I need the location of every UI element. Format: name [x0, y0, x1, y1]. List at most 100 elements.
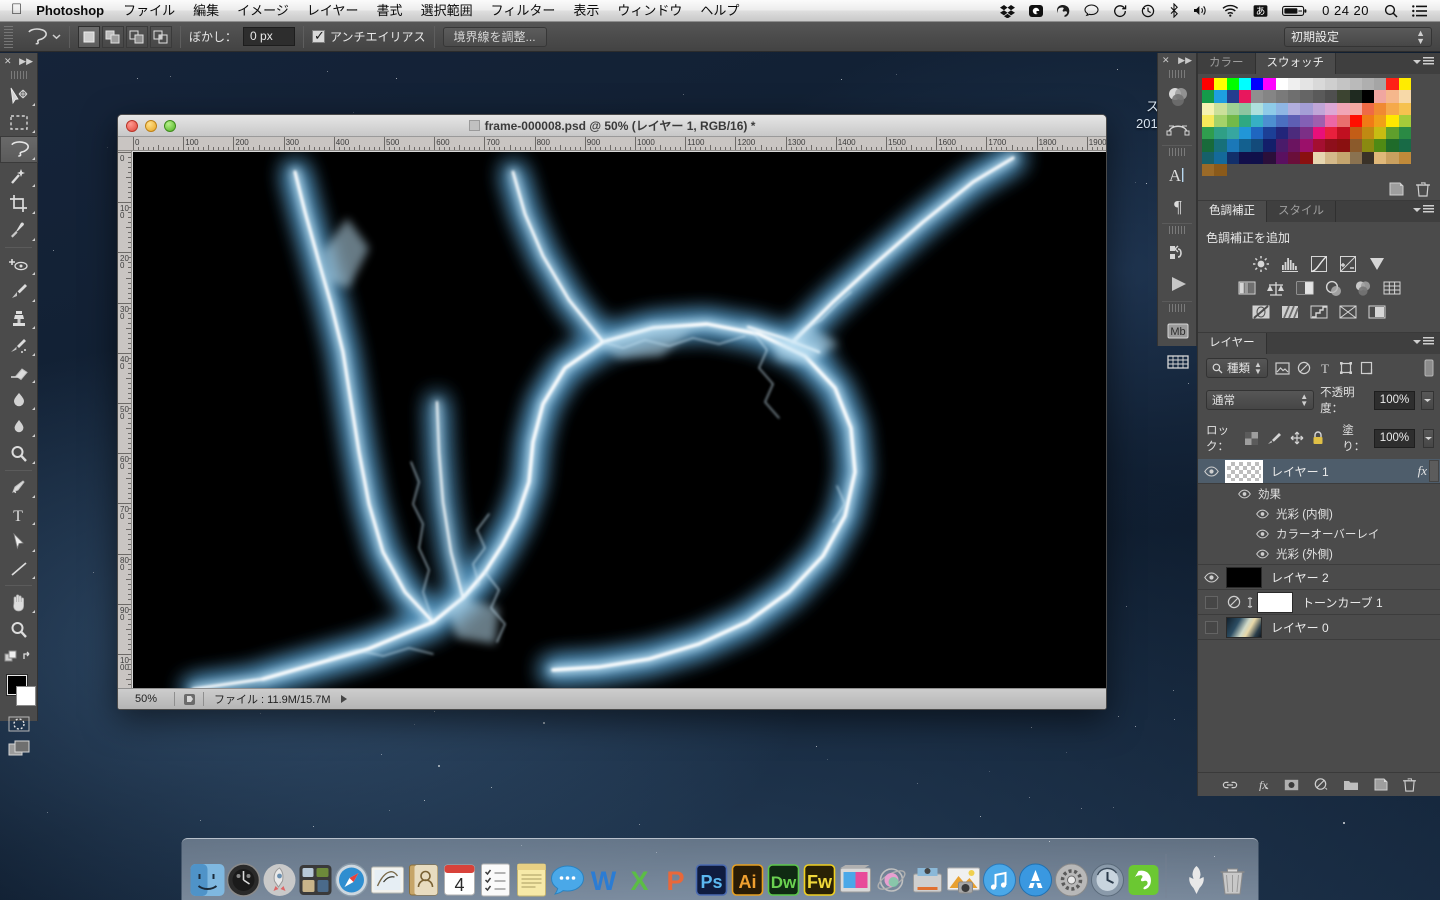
swatch-21[interactable] [1251, 90, 1264, 103]
lock-all-icon[interactable] [1312, 431, 1324, 445]
swatch-2[interactable] [1226, 78, 1239, 91]
swatch-114[interactable] [1349, 151, 1362, 165]
layer-thumbnail[interactable] [1225, 459, 1263, 483]
swatch-107[interactable] [1263, 151, 1276, 165]
layer-effect-row-outer-glow[interactable]: 光彩 (外側) [1198, 544, 1440, 566]
lasso-tool-icon[interactable] [26, 27, 48, 47]
menu-app-name[interactable]: Photoshop [33, 0, 114, 22]
swatch-118[interactable] [1398, 151, 1412, 165]
swatch-14[interactable] [1374, 78, 1387, 91]
delete-swatch-icon[interactable] [1416, 182, 1430, 197]
swatch-76[interactable] [1300, 127, 1313, 140]
link-layers-icon[interactable] [1222, 779, 1238, 791]
swatch-81[interactable] [1361, 127, 1375, 140]
effect-visibility-toggle[interactable] [1256, 549, 1269, 559]
swatch-15[interactable] [1386, 78, 1399, 91]
swatch-18[interactable] [1214, 90, 1227, 103]
filter-type-icon[interactable]: T [1318, 361, 1332, 375]
swatch-86[interactable] [1214, 139, 1227, 152]
swatch-79[interactable] [1337, 127, 1350, 140]
tool-preset-chevron-down-icon[interactable] [52, 33, 61, 40]
swatch-28[interactable] [1337, 90, 1350, 103]
swatch-34[interactable] [1202, 102, 1215, 115]
swatch-0[interactable] [1202, 78, 1215, 91]
canvas-artwork[interactable] [133, 152, 1106, 689]
dock-item-itunes[interactable] [982, 846, 1018, 898]
swatch-36[interactable] [1226, 102, 1239, 115]
lock-image-icon[interactable] [1266, 431, 1282, 445]
input-source-icon[interactable]: あ [1246, 0, 1275, 22]
dock-item-downloads-stack[interactable] [1179, 846, 1215, 898]
swatch-69[interactable] [1214, 127, 1227, 140]
add-layer-style-icon[interactable]: fx [1253, 778, 1269, 791]
swatch-43[interactable] [1312, 102, 1325, 115]
menu-item-type[interactable]: 書式 [368, 0, 412, 22]
lasso-tool[interactable] [0, 136, 38, 163]
dock-item-compressor[interactable] [910, 846, 946, 898]
swatch-119[interactable] [1202, 164, 1215, 177]
intersect-selection-icon[interactable] [150, 25, 172, 48]
eraser-tool[interactable] [0, 359, 38, 386]
swatch-35[interactable] [1214, 102, 1227, 115]
subtract-from-selection-icon[interactable] [126, 25, 148, 48]
dock-item-word[interactable]: W [586, 846, 622, 898]
swatch-12[interactable] [1349, 78, 1362, 91]
close-button[interactable] [126, 119, 138, 132]
selective-color-icon[interactable] [1368, 303, 1387, 321]
layers-scrollbar[interactable] [1429, 460, 1439, 483]
dock-item-time-machine[interactable] [1090, 846, 1126, 898]
swatch-78[interactable] [1324, 127, 1338, 140]
mini-dock-grip-4[interactable] [1169, 304, 1185, 312]
levels-icon[interactable] [1281, 255, 1300, 273]
swatch-41[interactable] [1288, 102, 1301, 115]
layer-name[interactable]: レイヤー 2 [1262, 569, 1329, 586]
threshold-icon[interactable] [1310, 303, 1329, 321]
swatch-17[interactable] [1202, 90, 1215, 103]
zoom-tool[interactable] [0, 616, 38, 643]
move-tool[interactable] [0, 82, 38, 109]
swatch-30[interactable] [1361, 90, 1375, 103]
swatch-38[interactable] [1251, 102, 1264, 115]
swatch-39[interactable] [1263, 102, 1276, 115]
tab-styles[interactable]: スタイル [1267, 201, 1336, 223]
swatch-73[interactable] [1263, 127, 1276, 140]
dock-item-iphoto[interactable] [946, 846, 982, 898]
channel-mixer-icon[interactable] [1353, 279, 1372, 297]
swatch-42[interactable] [1300, 102, 1313, 115]
default-colors-and-swap[interactable] [0, 643, 38, 670]
swatch-103[interactable] [1214, 151, 1227, 165]
swatch-66[interactable] [1386, 114, 1399, 128]
dock-item-photoshop[interactable]: Ps [694, 846, 730, 898]
dock-item-mission-control[interactable] [298, 846, 334, 898]
swatch-115[interactable] [1361, 151, 1375, 165]
horizontal-ruler[interactable]: 0 100 200 300 400 500 600 700 800 900 1000 1100 1200… [118, 137, 1106, 151]
opacity-input[interactable]: 100% [1373, 390, 1416, 410]
layer-thumbnail[interactable] [1226, 616, 1262, 638]
swatch-40[interactable] [1275, 102, 1289, 115]
swatch-108[interactable] [1275, 151, 1289, 165]
swatch-92[interactable] [1288, 139, 1301, 152]
type-tool[interactable]: T [0, 501, 38, 528]
dock-item-final-cut-pro[interactable] [838, 846, 874, 898]
dock-item-excel[interactable]: X [622, 846, 658, 898]
character-icon[interactable]: A [1158, 159, 1198, 190]
dock-item-dreamweaver[interactable]: Dw [766, 846, 802, 898]
layer-visibility-toggle[interactable] [1198, 572, 1224, 583]
layer-thumbnail[interactable] [1226, 566, 1262, 588]
brightness-contrast-icon[interactable] [1252, 255, 1271, 273]
notification-list-icon[interactable] [1405, 0, 1434, 22]
dropbox-icon[interactable] [993, 0, 1022, 22]
tab-swatches[interactable]: スウォッチ [1255, 53, 1336, 74]
menu-bar-clock[interactable]: 0 24 20 [1314, 3, 1377, 18]
hue-saturation-icon[interactable] [1237, 279, 1256, 297]
new-group-icon[interactable] [1343, 779, 1359, 791]
swatch-116[interactable] [1374, 151, 1387, 165]
swatch-26[interactable] [1312, 90, 1325, 103]
swatch-49[interactable] [1386, 102, 1399, 115]
tab-color[interactable]: カラー [1198, 53, 1256, 74]
filter-adjustment-icon[interactable] [1297, 361, 1311, 375]
antialias-checkbox-box[interactable] [312, 28, 326, 44]
swatch-113[interactable] [1337, 151, 1350, 165]
hand-tool[interactable] [0, 589, 38, 616]
chat-bubble-icon[interactable] [1077, 0, 1106, 22]
